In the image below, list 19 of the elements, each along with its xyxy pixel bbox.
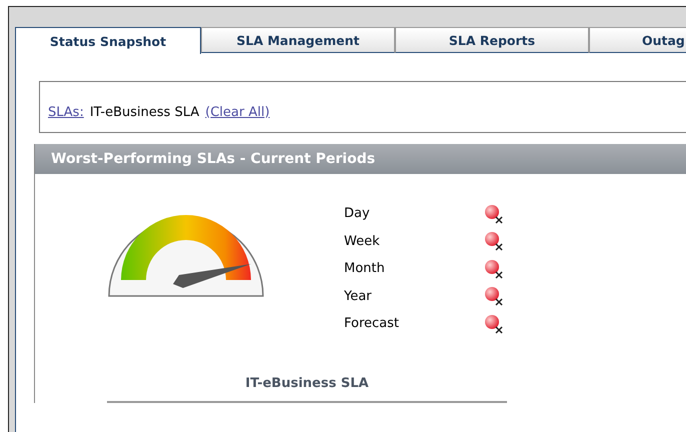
tab[interactable]: Status Snapshot — [15, 27, 201, 54]
period-label: Forecast — [344, 316, 400, 332]
panel-title: Worst-Performing SLAs - Current Periods — [51, 151, 376, 167]
error-status-icon — [484, 231, 504, 252]
tab[interactable]: Outag — [589, 27, 686, 53]
slas-link[interactable]: SLAs: — [48, 104, 84, 120]
clear-all-link[interactable]: (Clear All) — [205, 104, 270, 120]
sla-name: IT-eBusiness SLA — [244, 376, 370, 390]
period-label: Week — [344, 234, 381, 249]
period-label: Month — [344, 261, 386, 276]
tab[interactable]: SLA Reports — [395, 27, 589, 53]
error-status-icon — [484, 314, 504, 334]
error-status-icon — [484, 204, 504, 224]
period-label: Day — [344, 206, 371, 222]
filter-value: IT-eBusiness SLA — [90, 104, 200, 120]
tab[interactable]: SLA Management — [201, 27, 395, 53]
period-label: Year — [344, 288, 373, 304]
error-status-icon — [484, 286, 504, 306]
error-status-icon — [484, 258, 504, 279]
